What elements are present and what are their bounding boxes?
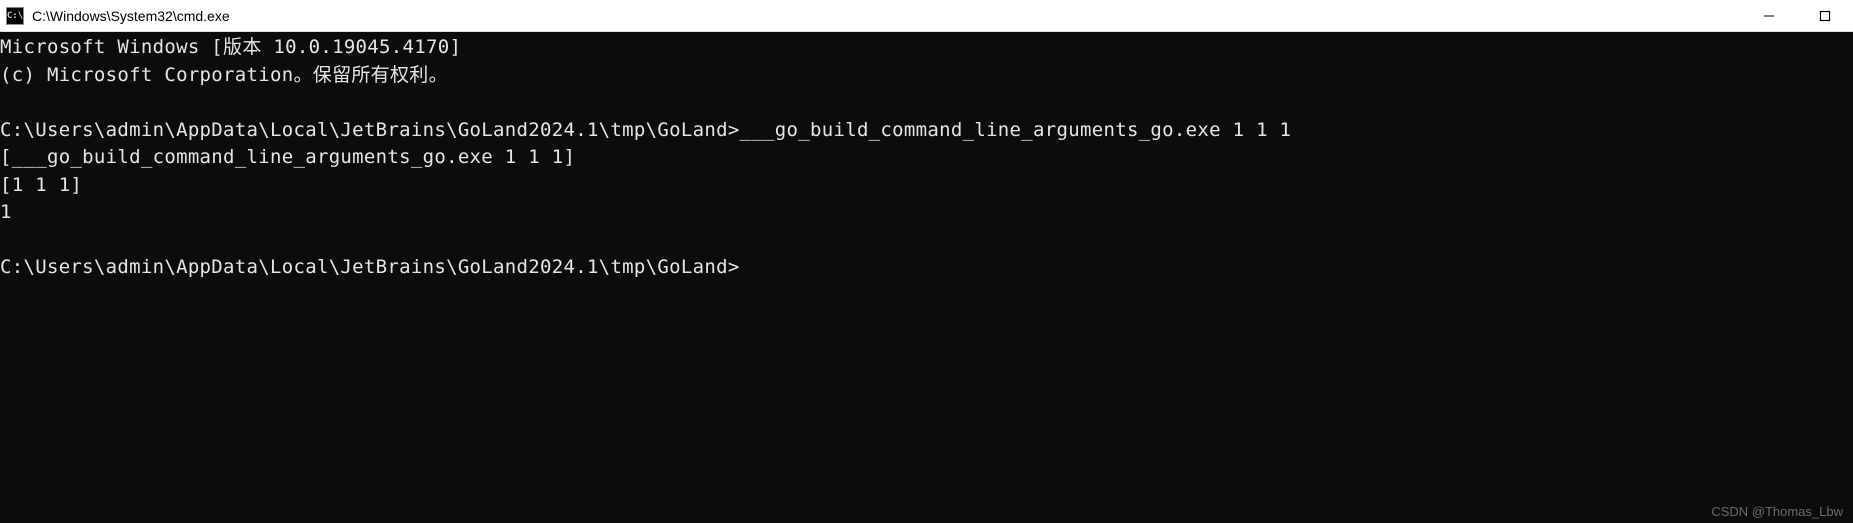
terminal-prompt: C:\Users\admin\AppData\Local\JetBrains\G…	[0, 256, 740, 278]
watermark-text: CSDN @Thomas_Lbw	[1711, 504, 1843, 519]
cmd-icon: C:\	[6, 7, 24, 25]
terminal-line: [1 1 1]	[0, 174, 82, 196]
terminal-line: C:\Users\admin\AppData\Local\JetBrains\G…	[0, 119, 1291, 141]
minimize-button[interactable]	[1741, 0, 1797, 31]
window-controls	[1741, 0, 1853, 31]
terminal-line: [___go_build_command_line_arguments_go.e…	[0, 146, 575, 168]
terminal-output[interactable]: Microsoft Windows [版本 10.0.19045.4170] (…	[0, 32, 1853, 282]
window-title: C:\Windows\System32\cmd.exe	[32, 8, 230, 24]
titlebar-left: C:\ C:\Windows\System32\cmd.exe	[0, 7, 230, 25]
terminal-line: 1	[0, 201, 12, 223]
terminal-line: (c) Microsoft Corporation。保留所有权利。	[0, 64, 448, 86]
minimize-icon	[1763, 10, 1775, 22]
maximize-button[interactable]	[1797, 0, 1853, 31]
window-titlebar: C:\ C:\Windows\System32\cmd.exe	[0, 0, 1853, 32]
maximize-icon	[1819, 10, 1831, 22]
terminal-line: Microsoft Windows [版本 10.0.19045.4170]	[0, 36, 461, 58]
